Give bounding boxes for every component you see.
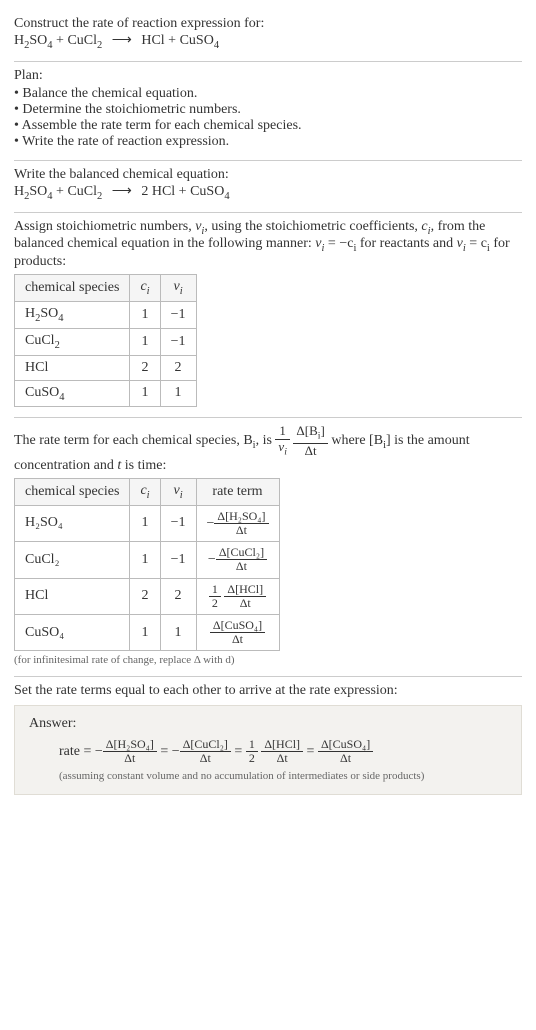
prompt-section: Construct the rate of reaction expressio… <box>14 10 522 61</box>
rateterm-section: The rate term for each chemical species,… <box>14 418 522 676</box>
reaction-arrow-icon: ⟶ <box>112 183 132 200</box>
table-row: CuSO₄ 1 1 Δ[CuSO₄]Δt <box>15 614 280 650</box>
fraction: Δ[HCl]Δt <box>261 738 303 765</box>
reaction-arrow-icon: ⟶ <box>112 32 132 49</box>
fraction: Δ[CuCl₂]Δt <box>180 738 231 765</box>
fraction: Δ[H₂SO₄]Δt <box>214 510 268 537</box>
plan-item: Balance the chemical equation. <box>14 86 522 102</box>
answer-equation: rate = −Δ[H₂SO₄]Δt = −Δ[CuCl₂]Δt = 12 Δ[… <box>59 738 507 765</box>
plan-item: Assemble the rate term for each chemical… <box>14 118 522 134</box>
col-species: chemical species <box>15 275 130 302</box>
fraction: Δ[Bi]Δt <box>293 424 327 458</box>
stoich-text: Assign stoichiometric numbers, νi, using… <box>14 219 522 271</box>
table-row: HCl 2 2 12 Δ[HCl]Δt <box>15 578 280 614</box>
stoich-section: Assign stoichiometric numbers, νi, using… <box>14 213 522 418</box>
answer-box: Answer: rate = −Δ[H₂SO₄]Δt = −Δ[CuCl₂]Δt… <box>14 705 522 794</box>
table-header-row: chemical species ci νi rate term <box>15 478 280 505</box>
fraction: 12 <box>246 738 258 765</box>
balanced-section: Write the balanced chemical equation: H2… <box>14 161 522 212</box>
answer-note: (assuming constant volume and no accumul… <box>59 770 507 782</box>
fraction: Δ[CuCl₂]Δt <box>216 546 267 573</box>
balanced-heading: Write the balanced chemical equation: <box>14 167 522 183</box>
fraction: Δ[CuSO₄]Δt <box>318 738 373 765</box>
rateterm-table: chemical species ci νi rate term H₂SO₄ 1… <box>14 478 280 651</box>
table-row: H₂SO₄ 1 −1 −Δ[H₂SO₄]Δt <box>15 505 280 541</box>
final-section: Set the rate terms equal to each other t… <box>14 677 522 804</box>
prompt-equation: H2SO4 + CuCl2 ⟶ HCl + CuSO4 <box>14 32 522 51</box>
table-row: CuSO4 1 1 <box>15 380 197 407</box>
plan-item: Write the rate of reaction expression. <box>14 134 522 150</box>
table-row: HCl 2 2 <box>15 355 197 380</box>
plan-section: Plan: Balance the chemical equation. Det… <box>14 62 522 160</box>
balanced-equation: H2SO4 + CuCl2 ⟶ 2 HCl + CuSO4 <box>14 183 522 202</box>
fraction: Δ[CuSO₄]Δt <box>210 619 265 646</box>
reactant-cucl2: CuCl2 <box>67 33 102 48</box>
fraction: 12 <box>209 583 221 610</box>
prompt-line1: Construct the rate of reaction expressio… <box>14 16 522 32</box>
final-heading: Set the rate terms equal to each other t… <box>14 683 522 699</box>
plan-item: Determine the stoichiometric numbers. <box>14 102 522 118</box>
rateterm-text: The rate term for each chemical species,… <box>14 424 522 474</box>
table-row: CuCl2 1 −1 <box>15 328 197 355</box>
plan-heading: Plan: <box>14 68 522 84</box>
products: HCl + CuSO4 <box>141 33 219 48</box>
table-row: CuCl₂ 1 −1 −Δ[CuCl₂]Δt <box>15 542 280 578</box>
plan-list: Balance the chemical equation. Determine… <box>14 86 522 150</box>
fraction: 1νi <box>275 424 290 458</box>
col-nui: νi <box>160 275 196 302</box>
table-row: H2SO4 1 −1 <box>15 301 197 328</box>
fraction: Δ[H₂SO₄]Δt <box>103 738 157 765</box>
reactant-h2so4: H2SO4 <box>14 33 56 48</box>
answer-label: Answer: <box>29 716 507 732</box>
stoich-table: chemical species ci νi H2SO4 1 −1 CuCl2 … <box>14 274 197 407</box>
table-header-row: chemical species ci νi <box>15 275 197 302</box>
fraction: Δ[HCl]Δt <box>224 583 266 610</box>
rateterm-footnote: (for infinitesimal rate of change, repla… <box>14 654 522 666</box>
col-ci: ci <box>130 275 160 302</box>
